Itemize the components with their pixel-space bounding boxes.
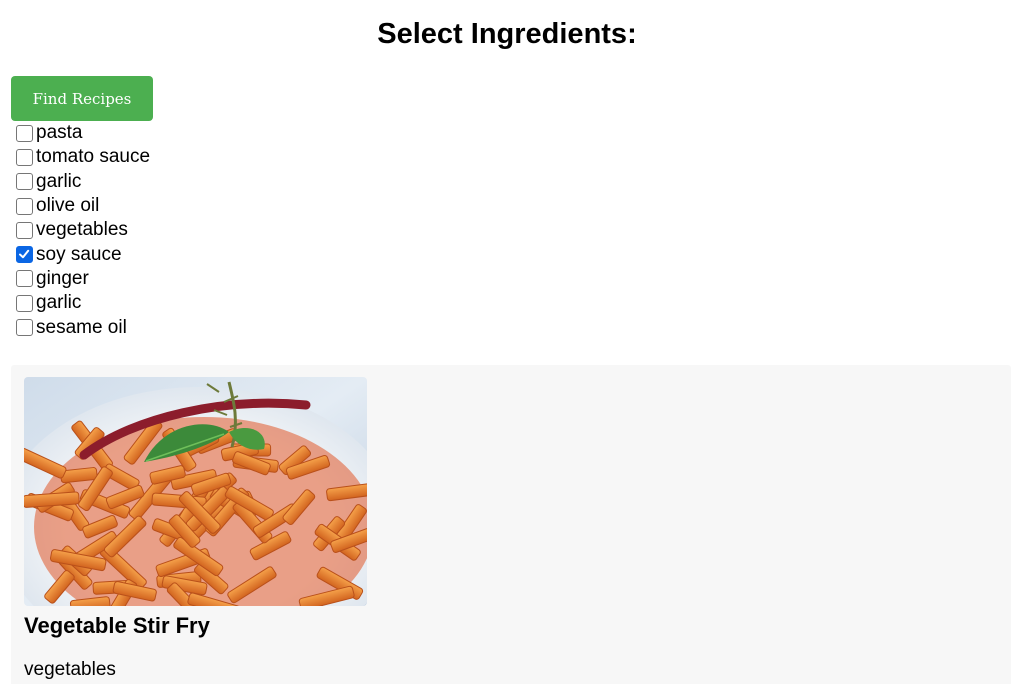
ingredient-item[interactable]: pasta xyxy=(14,121,150,145)
ingredient-item[interactable]: ginger xyxy=(14,267,150,291)
recipe-results: Vegetable Stir Fry vegetables xyxy=(11,365,1011,684)
ingredient-label: ginger xyxy=(36,267,89,289)
find-recipes-button[interactable]: Find Recipes xyxy=(11,76,153,121)
ingredient-checkbox[interactable] xyxy=(16,197,33,215)
ingredient-list: pasta tomato sauce garlic olive oil vege… xyxy=(14,121,150,340)
page-title: Select Ingredients: xyxy=(377,18,637,50)
ingredient-checkbox[interactable] xyxy=(16,221,33,239)
ingredient-checkbox[interactable] xyxy=(16,124,33,142)
ingredient-item[interactable]: tomato sauce xyxy=(14,145,150,169)
ingredient-label: olive oil xyxy=(36,195,100,217)
ingredient-checkbox[interactable] xyxy=(16,246,33,264)
ingredient-label: sesame oil xyxy=(36,316,127,338)
ingredient-label: vegetables xyxy=(36,219,128,241)
ingredient-label: tomato sauce xyxy=(36,146,151,168)
ingredient-checkbox[interactable] xyxy=(16,148,33,166)
ingredient-checkbox[interactable] xyxy=(16,270,33,288)
ingredient-label: garlic xyxy=(36,170,82,192)
ingredient-checkbox[interactable] xyxy=(16,173,33,191)
recipe-finder-page: Select Ingredients: Find Recipes pasta t… xyxy=(0,0,1014,684)
ingredient-checkbox[interactable] xyxy=(16,294,33,312)
ingredient-item[interactable]: olive oil xyxy=(14,194,150,218)
ingredient-label: pasta xyxy=(36,122,83,144)
recipe-card[interactable]: Vegetable Stir Fry vegetables xyxy=(24,377,367,682)
checkmark-icon xyxy=(19,249,30,259)
recipe-name: Vegetable Stir Fry xyxy=(24,613,210,638)
ingredient-label: soy sauce xyxy=(36,243,122,265)
ingredient-item[interactable]: soy sauce xyxy=(14,242,150,266)
ingredient-item[interactable]: vegetables xyxy=(14,218,150,242)
ingredient-item[interactable]: garlic xyxy=(14,170,150,194)
ingredient-label: garlic xyxy=(36,292,82,314)
recipe-image xyxy=(24,377,367,606)
ingredient-item[interactable]: sesame oil xyxy=(14,315,150,339)
ingredient-item[interactable]: garlic xyxy=(14,291,150,315)
ingredient-checkbox[interactable] xyxy=(16,319,33,337)
recipe-ingredients: vegetables xyxy=(24,659,116,680)
